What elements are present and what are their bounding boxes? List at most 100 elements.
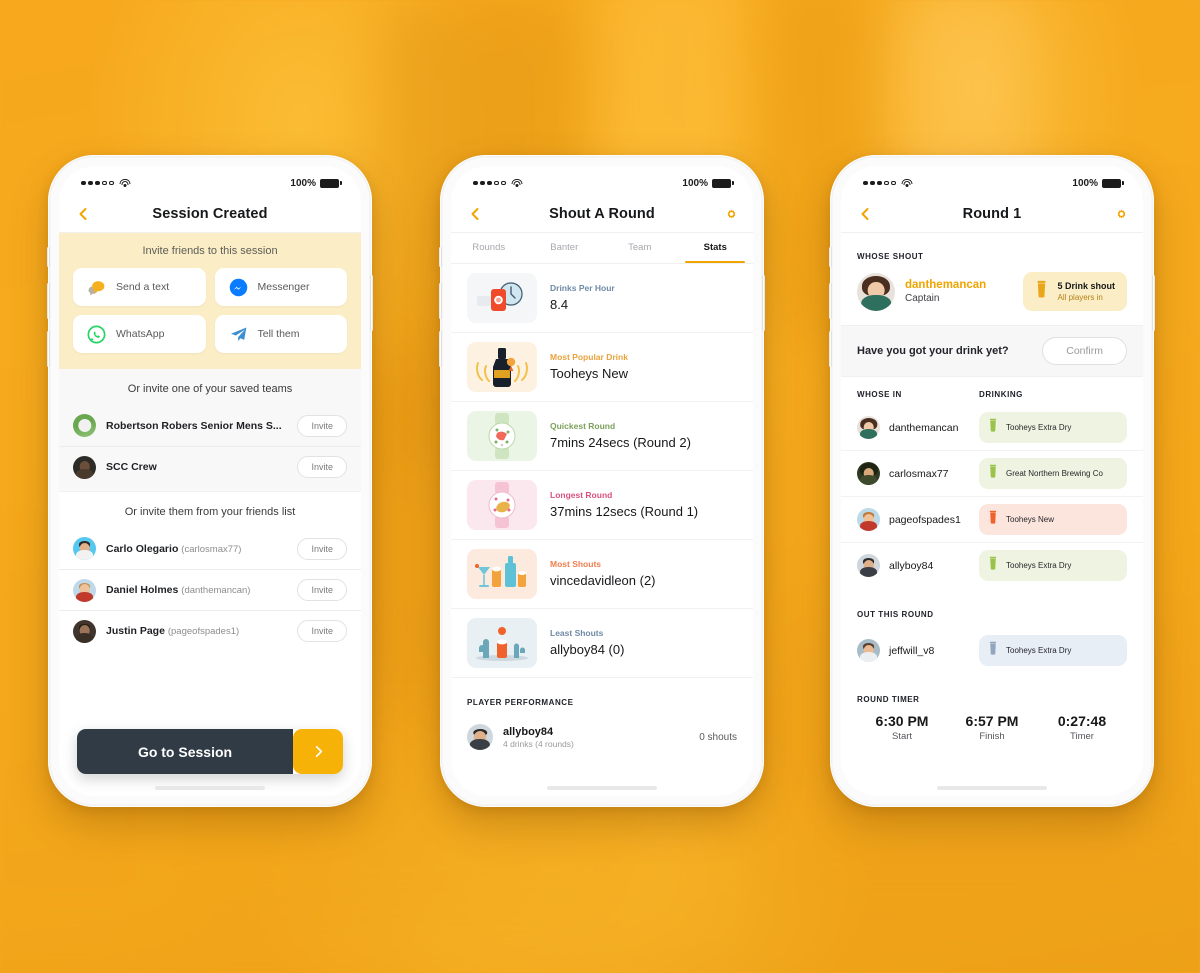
- stat-label: Longest Round: [550, 489, 613, 500]
- player-performance-row[interactable]: allyboy84 4 drinks (4 rounds) 0 shouts: [451, 718, 753, 756]
- player-drink-row[interactable]: danthemancan Tooheys Extra Dry: [841, 405, 1143, 450]
- friend-display-name: Justin Page: [106, 625, 165, 637]
- friend-handle: (danthemancan): [181, 585, 251, 596]
- stat-row-quickest-round[interactable]: Quickest Round 7mins 24secs (Round 2): [451, 401, 753, 470]
- go-to-session-button[interactable]: Go to Session: [77, 729, 343, 774]
- out-this-round-heading-wrap: OUT THIS ROUND: [841, 588, 1143, 628]
- saved-team-row[interactable]: Robertson Robers Senior Mens S... Invite: [59, 405, 361, 446]
- wifi-icon: [119, 178, 131, 188]
- go-to-session-label: Go to Session: [77, 729, 293, 774]
- tab-label: Rounds: [472, 241, 506, 253]
- drink-shout-subtitle: All players in: [1057, 293, 1103, 302]
- chevron-left-icon[interactable]: [75, 206, 91, 222]
- round-timer-elapsed-value: 0:27:48: [1057, 713, 1107, 729]
- phone-volume-down-button: [47, 331, 50, 367]
- tab-stats[interactable]: Stats: [678, 233, 754, 263]
- stat-row-least-shouts[interactable]: Least Shouts allyboy84 (0): [451, 608, 753, 677]
- friends-list-section: Or invite them from your friends list Ca…: [59, 492, 361, 651]
- stat-value: 8.4: [550, 296, 569, 312]
- friend-row[interactable]: Justin Page (pageofspades1) Invite: [59, 610, 361, 651]
- invite-button-label: Tell them: [257, 328, 300, 340]
- tab-team[interactable]: Team: [602, 233, 678, 261]
- status-bar: 100%: [451, 166, 753, 196]
- phone-mockup-round-1: 100% Round 1 WHOSE SHOUT danthemancan Ca…: [829, 155, 1155, 807]
- avatar: [73, 578, 96, 602]
- invite-team-button[interactable]: Invite: [297, 456, 347, 478]
- saved-teams-heading: Or invite one of your saved teams: [127, 383, 293, 395]
- confirm-button[interactable]: Confirm: [1042, 337, 1127, 365]
- phone-volume-down-button: [829, 331, 832, 367]
- stat-value: 37mins 12secs (Round 1): [550, 503, 699, 519]
- saved-team-row[interactable]: SCC Crew Invite: [59, 446, 361, 487]
- invite-heading: Invite friends to this session: [142, 245, 278, 257]
- invite-send-a-text-button[interactable]: Send a text: [73, 268, 206, 306]
- phone-volume-up-button: [439, 283, 442, 319]
- invite-whatsapp-button[interactable]: WhatsApp: [73, 315, 206, 353]
- chat-bubble-icon: [86, 277, 107, 298]
- chevron-left-icon[interactable]: [857, 206, 873, 222]
- stat-label: Most Popular Drink: [550, 351, 628, 362]
- stat-value: 7mins 24secs (Round 2): [550, 434, 691, 450]
- player-name: danthemancan: [889, 421, 959, 434]
- friend-display-name: Carlo Olegario: [106, 542, 179, 555]
- beer-glass-icon: [988, 510, 998, 529]
- saved-team-name: SCC Crew: [106, 461, 157, 473]
- phone-volume-up-button: [829, 283, 832, 319]
- round-timer-finish: 6:57 PM Finish: [947, 713, 1037, 742]
- beer-glass-icon: [988, 418, 998, 437]
- player-drink-row[interactable]: pageofspades1 Tooheys New: [841, 496, 1143, 542]
- avatar: [73, 414, 96, 437]
- navigation-bar: Round 1: [841, 196, 1143, 232]
- whatsapp-icon: [86, 324, 107, 345]
- invite-messenger-button[interactable]: Messenger: [214, 268, 347, 306]
- chevron-left-icon[interactable]: [467, 206, 483, 222]
- wifi-icon: [511, 178, 523, 188]
- tab-label: Stats: [703, 241, 727, 253]
- player-name: allyboy84: [503, 725, 554, 738]
- invite-friend-button[interactable]: Invite: [297, 620, 347, 642]
- friend-row[interactable]: Carlo Olegario (carlosmax77) Invite: [59, 528, 361, 569]
- signal-dots-icon: [863, 180, 896, 186]
- stat-row-longest-round[interactable]: Longest Round 37mins 12secs (Round 1): [451, 470, 753, 539]
- saved-team-name: Robertson Robers Senior Mens S...: [106, 419, 282, 432]
- phone-screen: 100% Round 1 WHOSE SHOUT danthemancan Ca…: [841, 166, 1143, 796]
- invite-team-button[interactable]: Invite: [297, 414, 347, 437]
- stat-value: Tooheys New: [550, 365, 629, 381]
- go-to-session-container: Go to Session: [59, 729, 361, 774]
- out-player-row[interactable]: jeffwill_v8 Tooheys Extra Dry: [841, 628, 1143, 673]
- player-drink-row[interactable]: carlosmax77 Great Northern Brewing Co: [841, 450, 1143, 496]
- whose-shout-heading: WHOSE SHOUT: [857, 252, 924, 261]
- beer-glass-icon: [988, 641, 998, 660]
- stat-row-drinks-per-hour[interactable]: Drinks Per Hour 8.4: [451, 264, 753, 332]
- invite-button-label: Messenger: [257, 281, 310, 293]
- friend-handle: (pageofspades1): [167, 626, 240, 637]
- drink-chip: Tooheys Extra Dry: [979, 412, 1127, 443]
- avatar: [857, 416, 880, 439]
- drink-name: Tooheys New: [1006, 515, 1055, 524]
- phone-mute-switch: [47, 247, 50, 267]
- fast-watch-icon: [467, 411, 537, 461]
- battery-icon: [320, 178, 342, 188]
- stat-row-most-shouts[interactable]: Most Shouts vincedavidleon (2): [451, 539, 753, 608]
- friend-row[interactable]: Daniel Holmes (danthemancan) Invite: [59, 569, 361, 610]
- round-timer-start-value: 6:30 PM: [875, 713, 929, 729]
- stat-label: Least Shouts: [550, 627, 604, 638]
- chevron-right-icon[interactable]: [293, 729, 343, 774]
- avatar: [857, 554, 880, 577]
- player-drink-row[interactable]: allyboy84 Tooheys Extra Dry: [841, 542, 1143, 588]
- slow-watch-icon: [467, 480, 537, 530]
- gear-icon[interactable]: [1114, 207, 1129, 222]
- invite-friend-button[interactable]: Invite: [297, 537, 347, 560]
- gear-icon[interactable]: [724, 207, 739, 222]
- drink-chip: Tooheys Extra Dry: [979, 550, 1127, 581]
- signal-dots-icon: [473, 180, 506, 186]
- tab-banter[interactable]: Banter: [527, 233, 603, 261]
- invite-friend-button[interactable]: Invite: [297, 579, 347, 601]
- tab-rounds[interactable]: Rounds: [451, 233, 527, 261]
- stat-row-most-popular-drink[interactable]: Most Popular Drink Tooheys New: [451, 332, 753, 401]
- stat-label: Quickest Round: [550, 420, 616, 431]
- drinks-tray-icon: [467, 549, 537, 599]
- avatar: [857, 272, 895, 311]
- invite-tell-them-button[interactable]: Tell them: [214, 315, 347, 353]
- stat-label: Most Shouts: [550, 558, 601, 569]
